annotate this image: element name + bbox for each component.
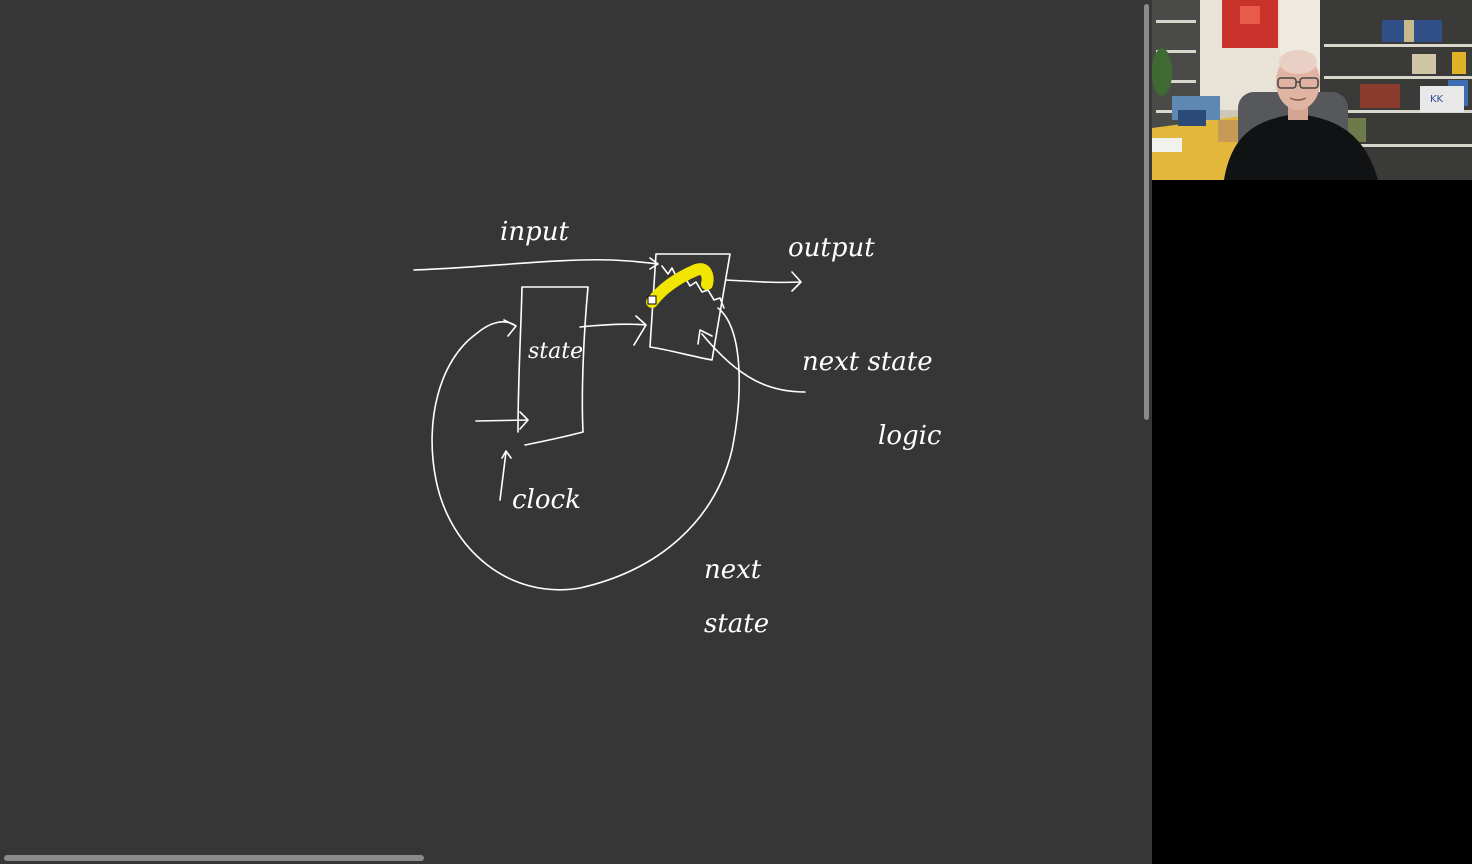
output-arrow (725, 271, 802, 292)
video-side-panel: KK (1152, 0, 1472, 864)
clock-pointer-arrow (499, 450, 512, 501)
label-state: state (528, 339, 583, 364)
label-output: output (788, 233, 875, 263)
label-next-state-logic-1: next state (802, 347, 933, 377)
label-next-state-1: next (704, 555, 762, 585)
input-arrow (413, 257, 659, 271)
label-next-state-2: state (704, 609, 769, 639)
state-to-logic-arrow (579, 315, 647, 346)
clock-input-arrow (475, 411, 529, 430)
feedback-loop (431, 307, 740, 591)
horizontal-scrollbar[interactable] (0, 852, 1141, 864)
vertical-scrollbar[interactable] (1141, 0, 1152, 864)
next-state-logic-pointer (697, 329, 806, 393)
highlighter-stroke (646, 263, 714, 308)
whiteboard-drawing: input output state clock next state logi… (413, 217, 942, 639)
pen-cursor (647, 295, 657, 305)
vertical-scrollbar-thumb[interactable] (1144, 4, 1149, 420)
label-input: input (500, 217, 569, 247)
state-register-box (517, 286, 589, 446)
label-next-state-logic-2: logic (878, 421, 942, 451)
horizontal-scrollbar-thumb[interactable] (4, 855, 424, 861)
presenter-video-tile[interactable]: KK (1152, 0, 1472, 180)
shelf-badge: KK (1430, 94, 1444, 105)
webcam-image: KK (1152, 0, 1472, 180)
app-window: input output state clock next state logi… (0, 0, 1472, 864)
label-clock: clock (512, 485, 581, 515)
whiteboard-canvas[interactable]: input output state clock next state logi… (0, 0, 1152, 864)
